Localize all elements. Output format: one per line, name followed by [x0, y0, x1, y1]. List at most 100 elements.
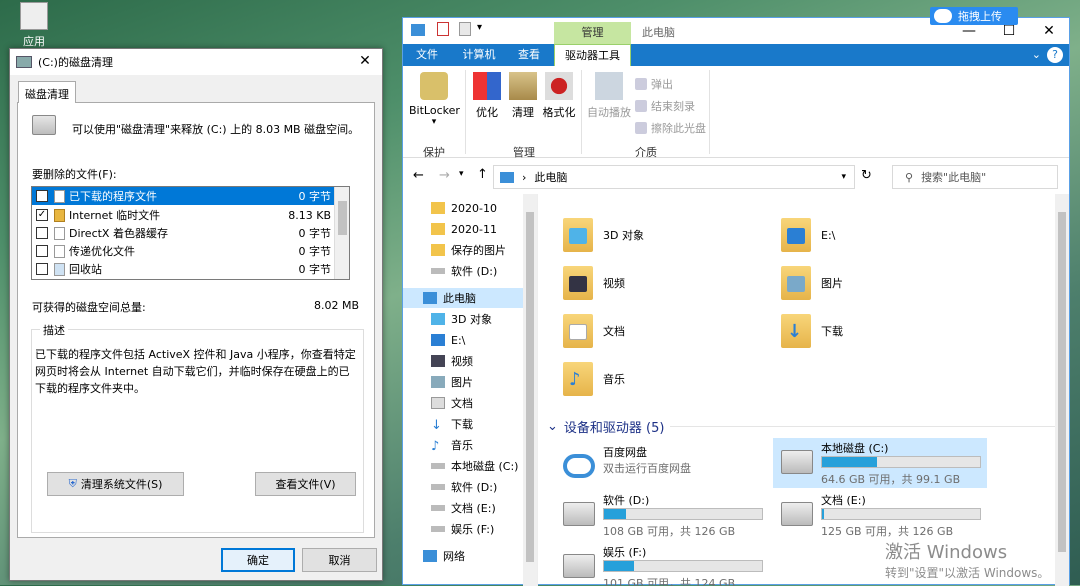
- quick-access-dropdown-icon[interactable]: ▾: [477, 22, 482, 33]
- folder-label: 音乐: [603, 373, 625, 386]
- search-input[interactable]: ⚲ 搜索"此电脑": [892, 165, 1058, 189]
- drive-e-item[interactable]: 文档 (E:) 125 GB 可用，共 126 GB: [777, 492, 987, 538]
- list-item[interactable]: ✓ Internet 临时文件 8.13 KB: [32, 206, 335, 224]
- drive-c-item[interactable]: 本地磁盘 (C:) 64.6 GB 可用，共 99.1 GB: [777, 440, 987, 486]
- refresh-icon[interactable]: ↻: [861, 168, 872, 183]
- ribbon: BitLocker ▾ 保护 优化 清理 格式化 管理 自动播放 弹出 结束刻录 …: [403, 66, 1069, 159]
- nav-item-drive-c[interactable]: 本地磁盘 (C:): [431, 456, 518, 476]
- folder-music[interactable]: ♪ 音乐: [563, 358, 773, 400]
- chevron-right-icon: ›: [522, 170, 527, 184]
- content-scrollbar[interactable]: [1055, 194, 1069, 586]
- description-label: 描述: [40, 322, 68, 338]
- address-bar[interactable]: › 此电脑 ▾: [493, 165, 855, 189]
- list-item[interactable]: 回收站 0 字节: [32, 260, 335, 278]
- eject-button[interactable]: 弹出: [635, 76, 673, 92]
- new-folder-icon[interactable]: [459, 22, 471, 36]
- folder-3d-objects[interactable]: 3D 对象: [563, 214, 773, 256]
- list-item[interactable]: DirectX 着色器缓存 0 字节: [32, 224, 335, 242]
- format-button[interactable]: 格式化: [541, 72, 577, 120]
- nav-item-drive-d[interactable]: 软件 (D:): [431, 477, 497, 497]
- files-scrollbar[interactable]: [334, 187, 349, 279]
- scroll-thumb[interactable]: [1058, 212, 1066, 552]
- manage-context-header: 管理: [554, 22, 631, 44]
- baidu-name: 百度网盘: [603, 446, 647, 459]
- file-icon: [54, 189, 65, 203]
- cleanup-button[interactable]: 清理: [507, 72, 539, 120]
- folder-videos[interactable]: 视频: [563, 262, 773, 304]
- folder-icon: [431, 244, 445, 256]
- nav-item-3d-objects[interactable]: 3D 对象: [431, 309, 492, 329]
- forward-icon[interactable]: →: [439, 168, 450, 183]
- checkbox[interactable]: [36, 227, 48, 239]
- list-item[interactable]: ✓ 已下载的程序文件 0 字节: [32, 187, 335, 205]
- ok-button[interactable]: 确定: [221, 548, 295, 572]
- view-files-button[interactable]: 查看文件(V): [255, 472, 356, 496]
- nav-item-e[interactable]: E:\: [431, 330, 465, 350]
- autoplay-button[interactable]: 自动播放: [586, 72, 632, 120]
- nav-item-network[interactable]: 网络: [423, 546, 465, 566]
- list-item[interactable]: 传递优化文件 0 字节: [32, 242, 335, 260]
- nav-item-downloads[interactable]: ↓ 下载: [431, 414, 473, 434]
- drive-name: 软件 (D:): [603, 494, 650, 507]
- files-list[interactable]: ✓ 已下载的程序文件 0 字节 ✓ Internet 临时文件 8.13 KB Di…: [31, 186, 350, 280]
- tab-file[interactable]: 文件: [403, 44, 451, 66]
- folder-e[interactable]: E:\: [781, 214, 991, 256]
- nav-item-documents[interactable]: 文档: [431, 393, 473, 413]
- upload-button[interactable]: 拖拽上传: [930, 7, 1018, 25]
- ribbon-expand-icon[interactable]: ⌄: [1032, 48, 1041, 61]
- back-icon[interactable]: ←: [413, 168, 424, 183]
- recent-dropdown-icon[interactable]: ▾: [459, 169, 464, 179]
- section-devices-drives[interactable]: ⌄ 设备和驱动器 (5): [547, 418, 1057, 436]
- nav-item-this-pc[interactable]: 此电脑: [423, 288, 476, 308]
- usage-bar: [603, 508, 763, 520]
- folder-downloads[interactable]: ↓ 下载: [781, 310, 991, 352]
- group-media: 介质: [635, 146, 657, 159]
- checkbox[interactable]: ✓: [36, 209, 48, 221]
- clean-system-files-button[interactable]: ⛨ 清理系统文件(S): [47, 472, 184, 496]
- folder-pictures[interactable]: 图片: [781, 262, 991, 304]
- dialog-titlebar: (C:)的磁盘清理: [10, 49, 382, 75]
- usage-fill: [822, 457, 878, 467]
- checkbox[interactable]: [36, 245, 48, 257]
- close-icon[interactable]: ✕: [354, 53, 376, 69]
- usage-bar: [821, 456, 981, 468]
- nav-item-music[interactable]: ♪ 音乐: [431, 435, 473, 455]
- up-icon[interactable]: ↑: [477, 167, 488, 182]
- nav-item-2020-10[interactable]: 2020-10: [431, 198, 497, 218]
- nav-item-drive-e[interactable]: 文档 (E:): [431, 498, 496, 518]
- desktop-icon-app[interactable]: 应用: [14, 0, 54, 48]
- chevron-down-icon[interactable]: ▾: [841, 172, 846, 182]
- nav-item-videos[interactable]: 视频: [431, 351, 473, 371]
- checkbox[interactable]: ✓: [36, 190, 48, 202]
- scroll-thumb[interactable]: [526, 212, 534, 562]
- nav-scrollbar[interactable]: [523, 194, 537, 586]
- drive-f-item[interactable]: 娱乐 (F:) 101 GB 可用，共 124 GB: [559, 544, 769, 586]
- folder-icon: ♪: [563, 362, 593, 396]
- folder-documents[interactable]: 文档: [563, 310, 773, 352]
- finish-burn-button[interactable]: 结束刻录: [635, 98, 695, 114]
- baidu-netdisk-item[interactable]: 百度网盘 双击运行百度网盘: [559, 444, 769, 490]
- tab-computer[interactable]: 计算机: [455, 44, 503, 66]
- nav-item-pictures[interactable]: 图片: [431, 372, 473, 392]
- tab-disk-cleanup[interactable]: 磁盘清理: [18, 81, 76, 103]
- scroll-thumb[interactable]: [338, 201, 347, 235]
- close-icon[interactable]: ✕: [1029, 18, 1069, 44]
- properties-icon[interactable]: [437, 22, 449, 36]
- checkbox[interactable]: [36, 263, 48, 275]
- format-icon: [545, 72, 573, 100]
- nav-item-saved-pictures[interactable]: 保存的图片: [431, 240, 506, 260]
- bitlocker-button[interactable]: BitLocker ▾: [409, 72, 460, 127]
- nav-item-2020-11[interactable]: 2020-11: [431, 219, 497, 239]
- optimize-button[interactable]: 优化: [471, 72, 503, 120]
- tab-view[interactable]: 查看: [507, 44, 551, 66]
- erase-disc-button[interactable]: 擦除此光盘: [635, 120, 706, 136]
- nav-item-drive-d[interactable]: 软件 (D:): [431, 261, 497, 281]
- help-icon[interactable]: ?: [1047, 47, 1063, 63]
- nav-label: 下载: [451, 418, 473, 431]
- tab-drive-tools[interactable]: 驱动器工具: [554, 44, 631, 66]
- picture-icon: [431, 376, 445, 388]
- nav-item-drive-f[interactable]: 娱乐 (F:): [431, 519, 494, 539]
- drive-d-item[interactable]: 软件 (D:) 108 GB 可用，共 126 GB: [559, 492, 769, 538]
- search-placeholder: 搜索"此电脑": [921, 171, 987, 184]
- cancel-button[interactable]: 取消: [302, 548, 377, 572]
